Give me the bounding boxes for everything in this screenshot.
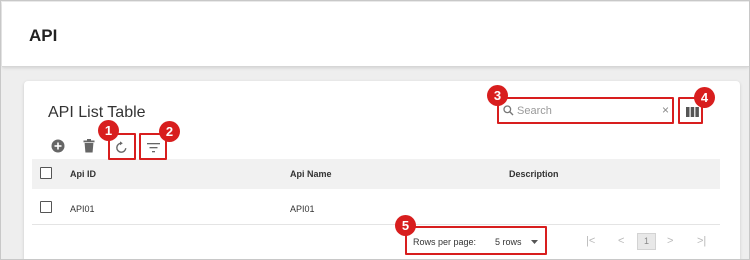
page-title: API xyxy=(29,26,58,45)
annotation-badge: 4 xyxy=(694,87,715,108)
annotation-badge: 2 xyxy=(159,121,180,142)
annotation-badge: 3 xyxy=(487,85,508,106)
select-all-checkbox[interactable] xyxy=(40,167,52,179)
app-frame: API API List Table × Api ID Api xyxy=(0,0,750,260)
annotation-badge: 1 xyxy=(98,120,119,141)
table-row[interactable]: API01 API01 xyxy=(32,193,720,225)
next-page-icon[interactable]: > xyxy=(667,235,673,247)
column-header-description[interactable]: Description xyxy=(509,169,559,179)
column-header-api-id[interactable]: Api ID xyxy=(70,169,96,179)
last-page-icon[interactable]: >| xyxy=(697,235,706,247)
row-checkbox[interactable] xyxy=(40,201,52,213)
page-header: API xyxy=(2,2,749,67)
first-page-icon[interactable]: |< xyxy=(586,235,595,247)
column-header-api-name[interactable]: Api Name xyxy=(290,169,332,179)
page-number[interactable]: 1 xyxy=(637,233,656,250)
table-title: API List Table xyxy=(48,104,146,121)
annotation-badge: 5 xyxy=(395,215,416,236)
table-header: Api ID Api Name Description xyxy=(32,159,720,189)
delete-icon[interactable] xyxy=(79,136,99,156)
cell-api-name: API01 xyxy=(290,204,315,214)
highlight-rows-per-page xyxy=(405,226,547,255)
add-circle-icon[interactable] xyxy=(48,136,68,156)
cell-api-id: API01 xyxy=(70,204,95,214)
previous-page-icon[interactable]: < xyxy=(618,235,624,247)
highlight-search xyxy=(497,97,674,124)
